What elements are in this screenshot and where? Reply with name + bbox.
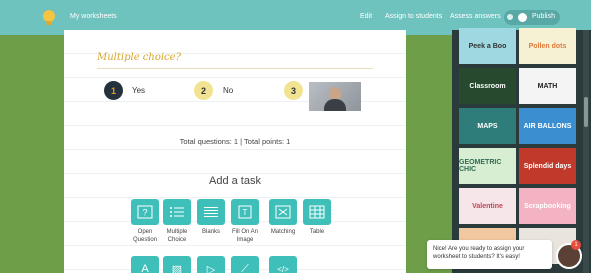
option-image-3[interactable] (309, 82, 361, 111)
lines-icon (197, 199, 225, 225)
option-label-2[interactable]: No (223, 86, 233, 95)
theme-label: Splendid days (523, 162, 572, 170)
theme-label: GEOMETRIC CHIC (459, 159, 502, 173)
theme-label: Scrapbooking (524, 202, 571, 210)
question-divider (97, 68, 373, 69)
theme-thumbnail[interactable]: Scrapbooking (519, 188, 576, 224)
chat-bubble[interactable]: Nice! Are you ready to assign your works… (427, 240, 552, 269)
svg-text:T: T (243, 208, 248, 217)
option-label-1[interactable]: Yes (132, 86, 145, 95)
add-task-heading: Add a task (209, 175, 261, 187)
task-label: Fill On An Image (231, 229, 258, 243)
theme-label: Pollen dots (528, 42, 567, 50)
status-dot-icon (507, 14, 513, 20)
theme-thumbnail[interactable]: Classroom (459, 68, 516, 104)
totals-summary: Total questions: 1 | Total points: 1 (179, 137, 291, 146)
matching-icon (269, 199, 297, 225)
assess-answers-tab[interactable]: Assess answers (450, 13, 501, 20)
question-title[interactable]: Multiple choice? (97, 52, 181, 63)
theme-thumbnail[interactable]: Splendid days (519, 148, 576, 184)
theme-label: Classroom (469, 82, 506, 90)
theme-label: MAPS (477, 122, 498, 130)
theme-thumbnail[interactable]: MATH (519, 68, 576, 104)
video-icon: ▷ (197, 256, 225, 273)
theme-label: Peek a Boo (468, 42, 507, 50)
assign-to-students-tab[interactable]: Assign to students (385, 13, 442, 20)
theme-label: MATH (537, 82, 558, 90)
code-icon: </> (269, 256, 297, 273)
lightbulb-logo-icon[interactable] (42, 9, 56, 27)
theme-thumbnail[interactable]: GEOMETRIC CHIC (459, 148, 516, 184)
svg-text:?: ? (142, 208, 147, 218)
task-label: Table (309, 229, 325, 235)
option-number-3[interactable]: 3 (284, 81, 303, 100)
option-number-2[interactable]: 2 (194, 81, 213, 100)
theme-thumbnail[interactable]: MAPS (459, 108, 516, 144)
notification-badge: 1 (571, 240, 581, 250)
toggle-knob (518, 13, 527, 22)
theme-thumbnail[interactable]: Peek a Boo (459, 28, 516, 64)
task-fill-on-an-image[interactable]: T Fill On An Image (225, 199, 265, 244)
publish-label: Publish (532, 13, 555, 20)
publish-toggle[interactable]: Publish (504, 10, 560, 25)
question-mark-icon: ? (131, 199, 159, 225)
link-icon: ⟋ (231, 256, 259, 273)
person-body-image (324, 99, 346, 111)
theme-label: AIR BALLONS (523, 122, 572, 130)
text-icon: A (131, 256, 159, 273)
worksheet-paper: Multiple choice? 1 Yes 2 No 3 Total ques… (64, 30, 406, 273)
task-code[interactable]: </> (263, 256, 303, 273)
table-icon (303, 199, 331, 225)
theme-thumbnail[interactable]: Valentine (459, 188, 516, 224)
theme-thumbnail[interactable]: Pollen dots (519, 28, 576, 64)
theme-thumbnail[interactable]: AIR BALLONS (519, 108, 576, 144)
task-table[interactable]: Table (297, 199, 337, 236)
option-number-1[interactable]: 1 (104, 81, 123, 100)
my-worksheets-link[interactable]: My worksheets (70, 13, 117, 20)
image-icon: ▨ (163, 256, 191, 273)
theme-scroll-thumb[interactable] (584, 97, 588, 127)
theme-scrollbar[interactable] (583, 30, 589, 273)
task-link[interactable]: ⟋ (225, 256, 265, 273)
image-text-icon: T (231, 199, 259, 225)
edit-tab[interactable]: Edit (360, 13, 372, 20)
theme-label: Valentine (472, 202, 503, 210)
list-icon (163, 199, 191, 225)
